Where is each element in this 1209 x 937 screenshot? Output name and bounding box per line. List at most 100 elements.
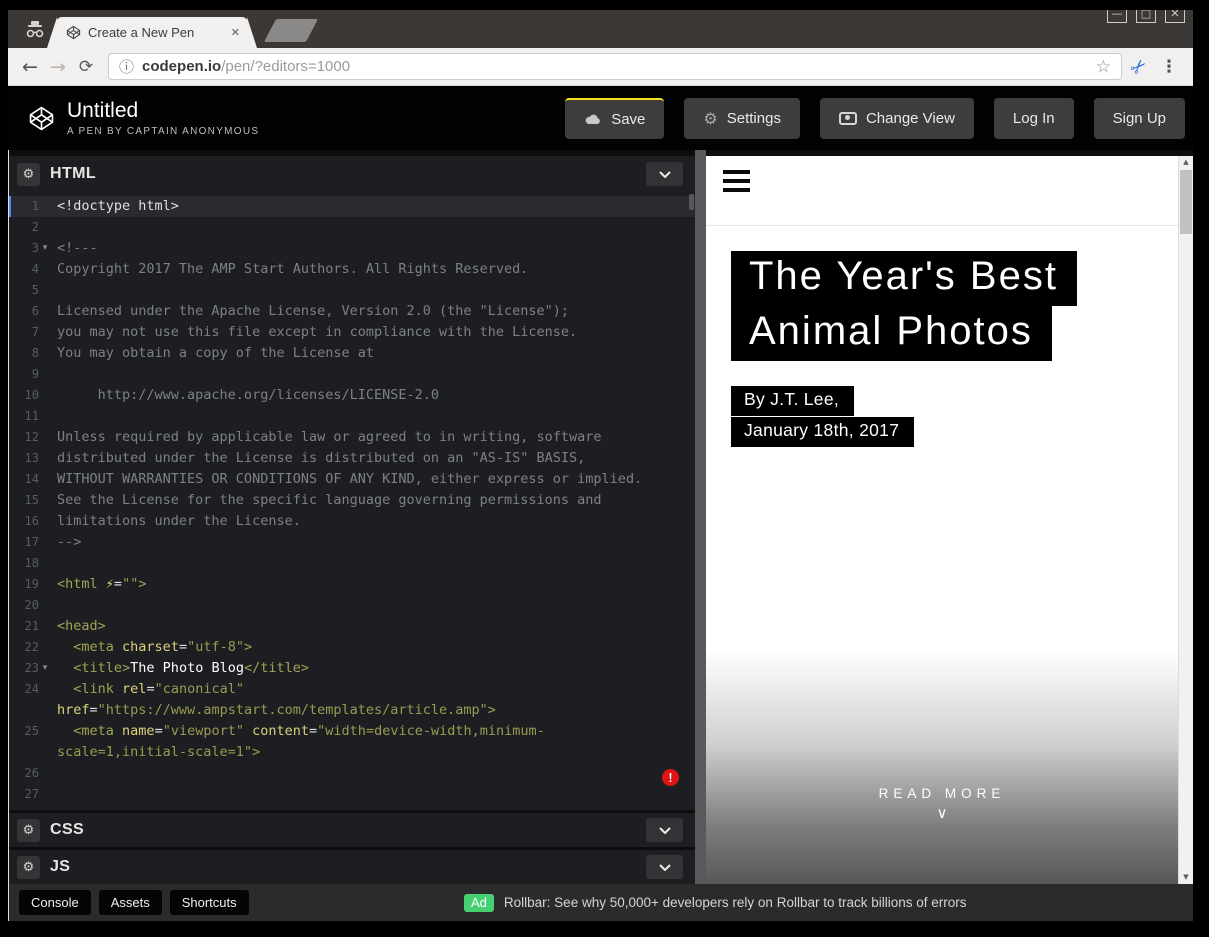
code-line[interactable]: 15See the License for the specific langu… [9,490,695,511]
chevron-down-icon [659,864,671,871]
bookmark-star-icon[interactable]: ☆ [1096,57,1111,77]
chevron-down-icon [659,827,671,834]
code-line[interactable]: 26 [9,763,695,784]
code-lines: 1<!doctype html>23▾<!---4Copyright 2017 … [9,196,695,805]
signup-button[interactable]: Sign Up [1094,98,1185,139]
chevron-down-icon [659,171,671,178]
code-line[interactable]: 19<html ⚡=""> [9,574,695,595]
code-line[interactable]: 22 <meta charset="utf-8"> [9,637,695,658]
reload-button[interactable]: ⟳ [72,57,100,77]
css-settings-gear-icon[interactable]: ⚙ [17,819,40,842]
html-panel-label: HTML [50,165,96,183]
save-button[interactable]: Save [565,98,664,139]
extension-scissors-icon[interactable]: ✂ [1119,47,1159,87]
editor-scrollbar-thumb[interactable] [689,194,694,210]
code-line[interactable]: 17--> [9,532,695,553]
window-maximize-button[interactable]: □ [1136,10,1156,23]
editor-column: ⚙ HTML 1<!doctype html>23▾<!---4Copyrigh… [8,150,695,884]
html-code-editor[interactable]: 1<!doctype html>23▾<!---4Copyright 2017 … [9,192,695,810]
assets-button[interactable]: Assets [99,890,162,915]
url-path: /pen/?editors=1000 [221,58,350,75]
pen-title: Untitled [67,100,259,122]
code-line[interactable]: 21<head> [9,616,695,637]
code-line[interactable]: 4Copyright 2017 The AMP Start Authors. A… [9,259,695,280]
js-panel-label: JS [50,858,70,876]
code-line[interactable]: 1<!doctype html> [9,196,695,217]
page-info-icon[interactable]: ⓘ [119,56,134,77]
scrollbar-down-icon[interactable]: ▼ [1179,871,1193,884]
html-settings-gear-icon[interactable]: ⚙ [17,163,40,186]
scrollbar-up-icon[interactable]: ▲ [1179,156,1193,169]
browser-tabstrip: Create a New Pen ✕ — □ ✕ [8,10,1193,48]
code-line[interactable]: 5 [9,280,695,301]
code-line[interactable]: 13distributed under the License is distr… [9,448,695,469]
code-line[interactable]: 10 http://www.apache.org/licenses/LICENS… [9,385,695,406]
tab-close-icon[interactable]: ✕ [231,26,240,39]
codepen-header: Untitled A PEN BY CAPTAIN ANONYMOUS Save… [8,86,1193,150]
code-line[interactable]: 16limitations under the License. [9,511,695,532]
read-more-chevron-icon: ∨ [706,804,1178,822]
login-button[interactable]: Log In [994,98,1074,139]
code-line[interactable]: 12Unless required by applicable law or a… [9,427,695,448]
js-settings-gear-icon[interactable]: ⚙ [17,856,40,879]
url-host: codepen.io [142,58,221,75]
css-panel-label: CSS [50,821,84,839]
code-line[interactable]: 24 <link rel="canonical" [9,679,695,700]
pen-byline: A PEN BY CAPTAIN ANONYMOUS [67,126,259,137]
pane-resize-divider[interactable] [695,150,706,884]
shortcuts-button[interactable]: Shortcuts [170,890,249,915]
code-line[interactable]: 2 [9,217,695,238]
browser-menu-icon[interactable]: ⋮ [1156,57,1182,77]
code-line[interactable]: scale=1,initial-scale=1"> [9,742,695,763]
code-line[interactable]: 8You may obtain a copy of the License at [9,343,695,364]
html-panel-header: ⚙ HTML [9,156,695,192]
new-tab-button[interactable] [264,19,318,42]
url-bar[interactable]: ⓘ codepen.io/pen/?editors=1000 ☆ [108,53,1122,80]
editor-footer: Console Assets Shortcuts Ad Rollbar: See… [8,884,1193,921]
article-byline-date: January 18th, 2017 [731,417,914,447]
css-collapse-button[interactable] [646,818,683,842]
read-more-link[interactable]: READ MORE ∨ [706,786,1178,822]
code-line[interactable]: 27 [9,784,695,805]
preview-pane: The Year's Best Animal Photos By J.T. Le… [706,150,1193,884]
tab-title: Create a New Pen [88,25,224,40]
hamburger-menu-icon[interactable] [723,170,750,192]
css-panel-header: ⚙ CSS [9,813,695,847]
window-close-button[interactable]: ✕ [1165,10,1185,23]
back-button[interactable]: ← [16,56,44,78]
code-line[interactable]: 3▾<!--- [9,238,695,259]
code-line[interactable]: 6Licensed under the Apache License, Vers… [9,301,695,322]
code-line[interactable]: 25 <meta name="viewport" content="width=… [9,721,695,742]
change-view-button[interactable]: Change View [820,98,974,139]
codepen-favicon [66,25,81,40]
code-line[interactable]: 9 [9,364,695,385]
preview-scrollbar-thumb[interactable] [1180,170,1192,234]
cloud-icon [584,113,602,125]
read-more-gradient [706,650,1178,884]
forward-button: → [44,56,72,78]
code-line[interactable]: 14WITHOUT WARRANTIES OR CONDITIONS OF AN… [9,469,695,490]
codepen-logo-icon[interactable] [28,105,55,132]
preview-site-header [706,170,1193,226]
browser-toolbar: ← → ⟳ ⓘ codepen.io/pen/?editors=1000 ☆ ✂… [8,48,1193,86]
settings-button[interactable]: ⚙ Settings [684,98,800,139]
code-line[interactable]: 7you may not use this file except in com… [9,322,695,343]
js-collapse-button[interactable] [646,855,683,879]
code-line[interactable]: 18 [9,553,695,574]
change-view-icon [839,112,857,125]
ad-text: Rollbar: See why 50,000+ developers rely… [504,895,967,910]
code-line[interactable]: href="https://www.ampstart.com/templates… [9,700,695,721]
article-title-line1: The Year's Best [731,251,1077,306]
code-line[interactable]: 23▾ <title>The Photo Blog</title> [9,658,695,679]
error-badge-icon[interactable]: ! [662,769,679,786]
window-minimize-button[interactable]: — [1107,10,1127,23]
footer-ad[interactable]: Ad Rollbar: See why 50,000+ developers r… [464,894,967,912]
js-panel-header: ⚙ JS [9,850,695,884]
preview-scrollbar[interactable]: ▲ ▼ [1178,156,1193,884]
ad-badge: Ad [464,894,494,912]
console-button[interactable]: Console [19,890,91,915]
html-collapse-button[interactable] [646,162,683,186]
code-line[interactable]: 20 [9,595,695,616]
browser-tab[interactable]: Create a New Pen ✕ [56,17,248,48]
code-line[interactable]: 11 [9,406,695,427]
